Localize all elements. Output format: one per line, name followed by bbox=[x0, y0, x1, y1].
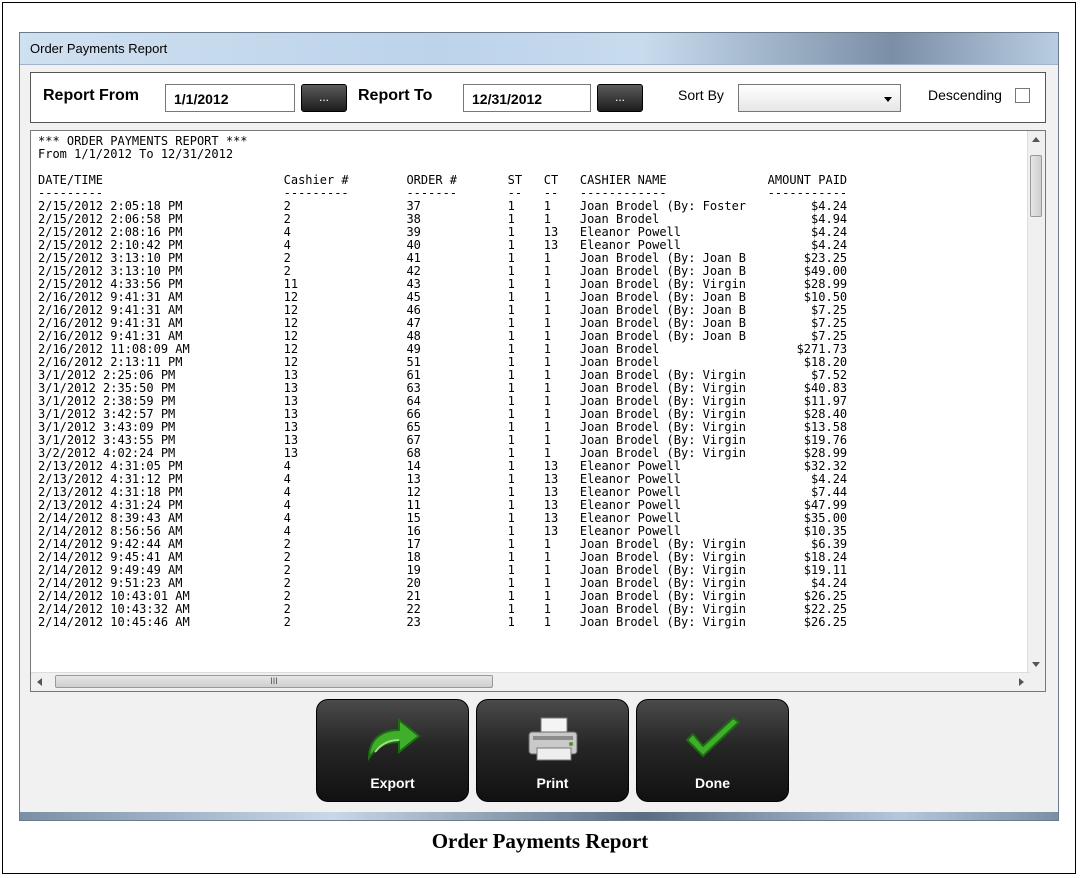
chevron-down-icon bbox=[884, 97, 892, 102]
scroll-up-icon[interactable] bbox=[1032, 137, 1040, 142]
descending-checkbox[interactable] bbox=[1015, 88, 1030, 103]
report-text: *** ORDER PAYMENTS REPORT *** From 1/1/2… bbox=[38, 134, 848, 629]
report-from-picker-button[interactable]: ... bbox=[301, 84, 347, 112]
report-to-label: Report To bbox=[358, 87, 433, 104]
print-button-label: Print bbox=[536, 775, 569, 791]
window-bottom-border bbox=[20, 812, 1058, 820]
done-button-label: Done bbox=[695, 775, 730, 791]
report-from-field[interactable]: 1/1/2012 bbox=[165, 84, 295, 112]
export-button[interactable]: Export bbox=[316, 699, 469, 802]
horizontal-scrollbar[interactable]: III bbox=[31, 672, 1030, 691]
printer-icon bbox=[528, 717, 577, 761]
report-to-picker-button[interactable]: ... bbox=[597, 84, 643, 112]
figure-caption: Order Payments Report bbox=[431, 829, 649, 853]
scroll-down-icon[interactable] bbox=[1032, 662, 1040, 667]
done-button[interactable]: Done bbox=[636, 699, 789, 802]
scroll-left-icon[interactable] bbox=[37, 678, 42, 686]
scroll-corner bbox=[1028, 673, 1045, 691]
sort-by-label: Sort By bbox=[678, 87, 724, 103]
export-button-label: Export bbox=[370, 775, 415, 791]
window-title: Order Payments Report bbox=[30, 41, 168, 56]
title-bar: Order Payments Report bbox=[20, 33, 1058, 65]
report-parameters: Report From 1/1/2012 ... Report To 12/31… bbox=[30, 72, 1046, 123]
export-arrow-icon bbox=[367, 717, 421, 762]
checkmark-icon bbox=[685, 717, 740, 757]
descending-label: Descending bbox=[928, 87, 1002, 103]
print-button[interactable]: Print bbox=[476, 699, 629, 802]
report-to-field[interactable]: 12/31/2012 bbox=[463, 84, 591, 112]
report-viewer[interactable]: *** ORDER PAYMENTS REPORT *** From 1/1/2… bbox=[30, 130, 1046, 692]
vertical-scrollbar[interactable] bbox=[1027, 131, 1045, 673]
horizontal-scroll-thumb[interactable]: III bbox=[55, 675, 493, 688]
scroll-right-icon[interactable] bbox=[1019, 678, 1024, 686]
vertical-scroll-thumb[interactable] bbox=[1030, 155, 1042, 217]
report-from-label: Report From bbox=[43, 87, 139, 104]
sort-by-select[interactable] bbox=[738, 84, 901, 112]
report-window: Order Payments Report Report From 1/1/20… bbox=[19, 32, 1059, 821]
